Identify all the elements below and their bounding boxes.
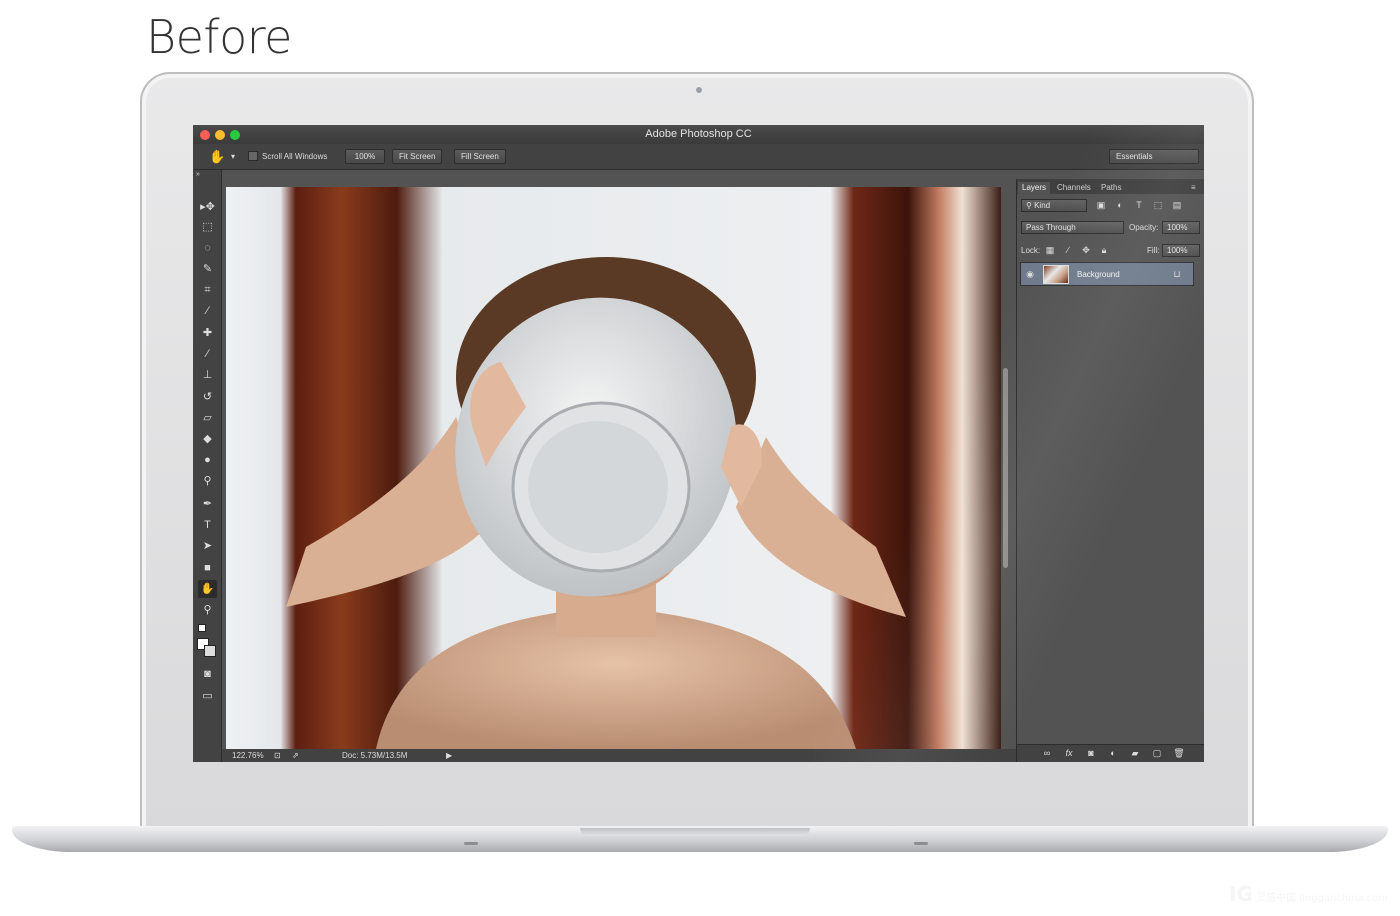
panel-menu-icon[interactable]: ≡ [1187,182,1200,194]
watermark-logo: IG 灵感中国 lingganchina.com [1229,882,1388,906]
zoom-icon[interactable]: ⚲ [198,601,217,619]
workspace-select[interactable]: Essentials [1109,149,1199,164]
pen-icon[interactable]: ✒ [198,495,217,513]
healing-icon[interactable]: ✚ [198,324,217,342]
marquee-icon[interactable]: ⬚ [198,218,217,236]
bucket-icon[interactable]: ◆ [198,430,217,448]
layer-name: Background [1077,270,1120,279]
screen-mode-icon[interactable]: ▭ [198,687,217,705]
hand-icon[interactable]: ✋ [198,580,217,598]
opacity-label: Opacity: [1129,223,1159,232]
fill-screen-button[interactable]: Fill Screen [454,149,506,164]
folder-icon[interactable]: ▰ [1129,748,1141,759]
filter-kind-select[interactable]: ⚲ Kind [1021,199,1087,212]
adjustment-filter-icon[interactable]: ◐ [1114,200,1126,210]
stamp-icon[interactable]: ⊥ [198,366,217,384]
fill-label: Fill: [1147,246,1160,255]
scroll-all-windows-checkbox[interactable] [248,151,258,161]
panel-tabs: Layers Channels Paths ≡ [1017,179,1204,194]
laptop-camera [696,87,702,93]
scroll-all-windows-label: Scroll All Windows [262,152,328,161]
lock-all-icon[interactable]: 🔒︎ [1098,245,1110,256]
type-icon[interactable]: T [198,516,217,534]
window-title: Adobe Photoshop CC [645,128,752,140]
laptop-foot [914,842,928,845]
photo-image [286,257,906,749]
status-menu-icon[interactable]: ▶ [446,749,452,762]
zoom-button[interactable] [230,130,240,140]
title-bar: Adobe Photoshop CC [193,125,1204,144]
shape-icon[interactable]: ■ [198,559,217,577]
lock-position-icon[interactable]: ✥ [1080,245,1092,256]
layer-row[interactable]: ◉ Background ⊔ [1020,262,1194,286]
zoom-100-button[interactable]: 100% [345,149,385,164]
blur-icon[interactable]: ● [198,451,217,469]
fill-field[interactable]: 100% [1162,244,1200,257]
path-select-icon[interactable]: ➤ [198,537,217,555]
share-icon[interactable]: ⇗ [292,749,299,762]
brush-icon[interactable]: ∕ [198,345,217,363]
default-colors-icon[interactable] [198,624,206,632]
blend-mode-select[interactable]: Pass Through [1021,221,1124,234]
lock-transparent-icon[interactable]: ▦ [1044,245,1056,256]
document-canvas[interactable] [226,187,1001,749]
zoom-level[interactable]: 122.76% [232,749,264,762]
history-brush-icon[interactable]: ↺ [198,388,217,406]
minimize-button[interactable] [215,130,225,140]
lock-label: Lock: [1021,246,1041,255]
filter-kind-label: Kind [1034,201,1051,210]
layer-thumbnail [1043,265,1069,284]
layers-panel: Layers Channels Paths ≡ ⚲ Kind ▣ ◐ T ⬚ ▤… [1016,179,1204,762]
options-bar: ✋ ▾ Scroll All Windows 100% Fit Screen F… [193,144,1204,170]
link-icon[interactable]: ∞ [1041,748,1053,758]
background-color-swatch[interactable] [204,645,216,657]
opacity-field[interactable]: 100% [1162,221,1200,234]
smart-object-filter-icon[interactable]: ▤ [1171,200,1183,211]
crop-icon[interactable]: ⌗ [198,281,217,299]
quick-mask-icon[interactable]: ◙ [198,665,217,683]
status-bar: 122.76% ⊡ ⇗ Doc: 5.73M/13.5M ▶ [222,749,1017,762]
tools-panel: » ▸✥ ⬚ ◌ ✎ ⌗ ⁄ ✚ ∕ ⊥ ↺ ▱ ◆ ● ⚲ ✒ T ➤ ■ ✋ ⚲ ◙ ▭ [193,170,222,762]
vertical-scrollbar[interactable] [1003,368,1008,568]
laptop-foot [464,842,478,845]
adjustment-icon[interactable]: ◐ [1107,748,1119,758]
lock-pixels-icon[interactable]: ∕ [1062,245,1074,255]
trash-icon[interactable]: 🗑︎ [1173,748,1185,759]
lasso-icon[interactable]: ◌ [198,239,217,257]
document-size: Doc: 5.73M/13.5M [342,751,408,760]
type-filter-icon[interactable]: T [1133,200,1145,210]
tab-layers[interactable]: Layers [1018,182,1051,194]
move-icon[interactable]: ▸✥ [198,198,217,216]
new-layer-icon[interactable]: ▢ [1151,748,1163,759]
fx-icon[interactable]: fx [1063,748,1075,758]
mask-icon[interactable]: ◙ [1085,748,1097,758]
hand-icon[interactable]: ✋ [209,149,225,165]
shape-filter-icon[interactable]: ⬚ [1152,200,1164,211]
page-heading: Before [146,10,292,64]
eye-icon[interactable]: ◉ [1024,269,1036,280]
tab-channels[interactable]: Channels [1053,182,1095,194]
lock-icon: ⊔ [1173,269,1181,279]
panel-footer: ∞ fx ◙ ◐ ▰ ▢ 🗑︎ [1017,744,1204,762]
dodge-icon[interactable]: ⚲ [198,472,217,490]
pixel-filter-icon[interactable]: ▣ [1095,200,1107,211]
collapse-icon[interactable]: » [196,171,200,178]
close-button[interactable] [200,130,210,140]
quick-select-icon[interactable]: ✎ [198,260,217,278]
fit-screen-button[interactable]: Fit Screen [392,149,443,164]
proof-icon[interactable]: ⊡ [274,749,281,762]
watermark-url: lingganchina.com [1299,893,1388,904]
photoshop-window: Adobe Photoshop CC ✋ ▾ Scroll All Window… [193,125,1204,762]
eyedropper-icon[interactable]: ⁄ [198,302,217,320]
laptop-notch [580,828,810,836]
chevron-down-icon[interactable]: ▾ [231,152,235,161]
tab-paths[interactable]: Paths [1097,182,1125,194]
eraser-icon[interactable]: ▱ [198,409,217,427]
